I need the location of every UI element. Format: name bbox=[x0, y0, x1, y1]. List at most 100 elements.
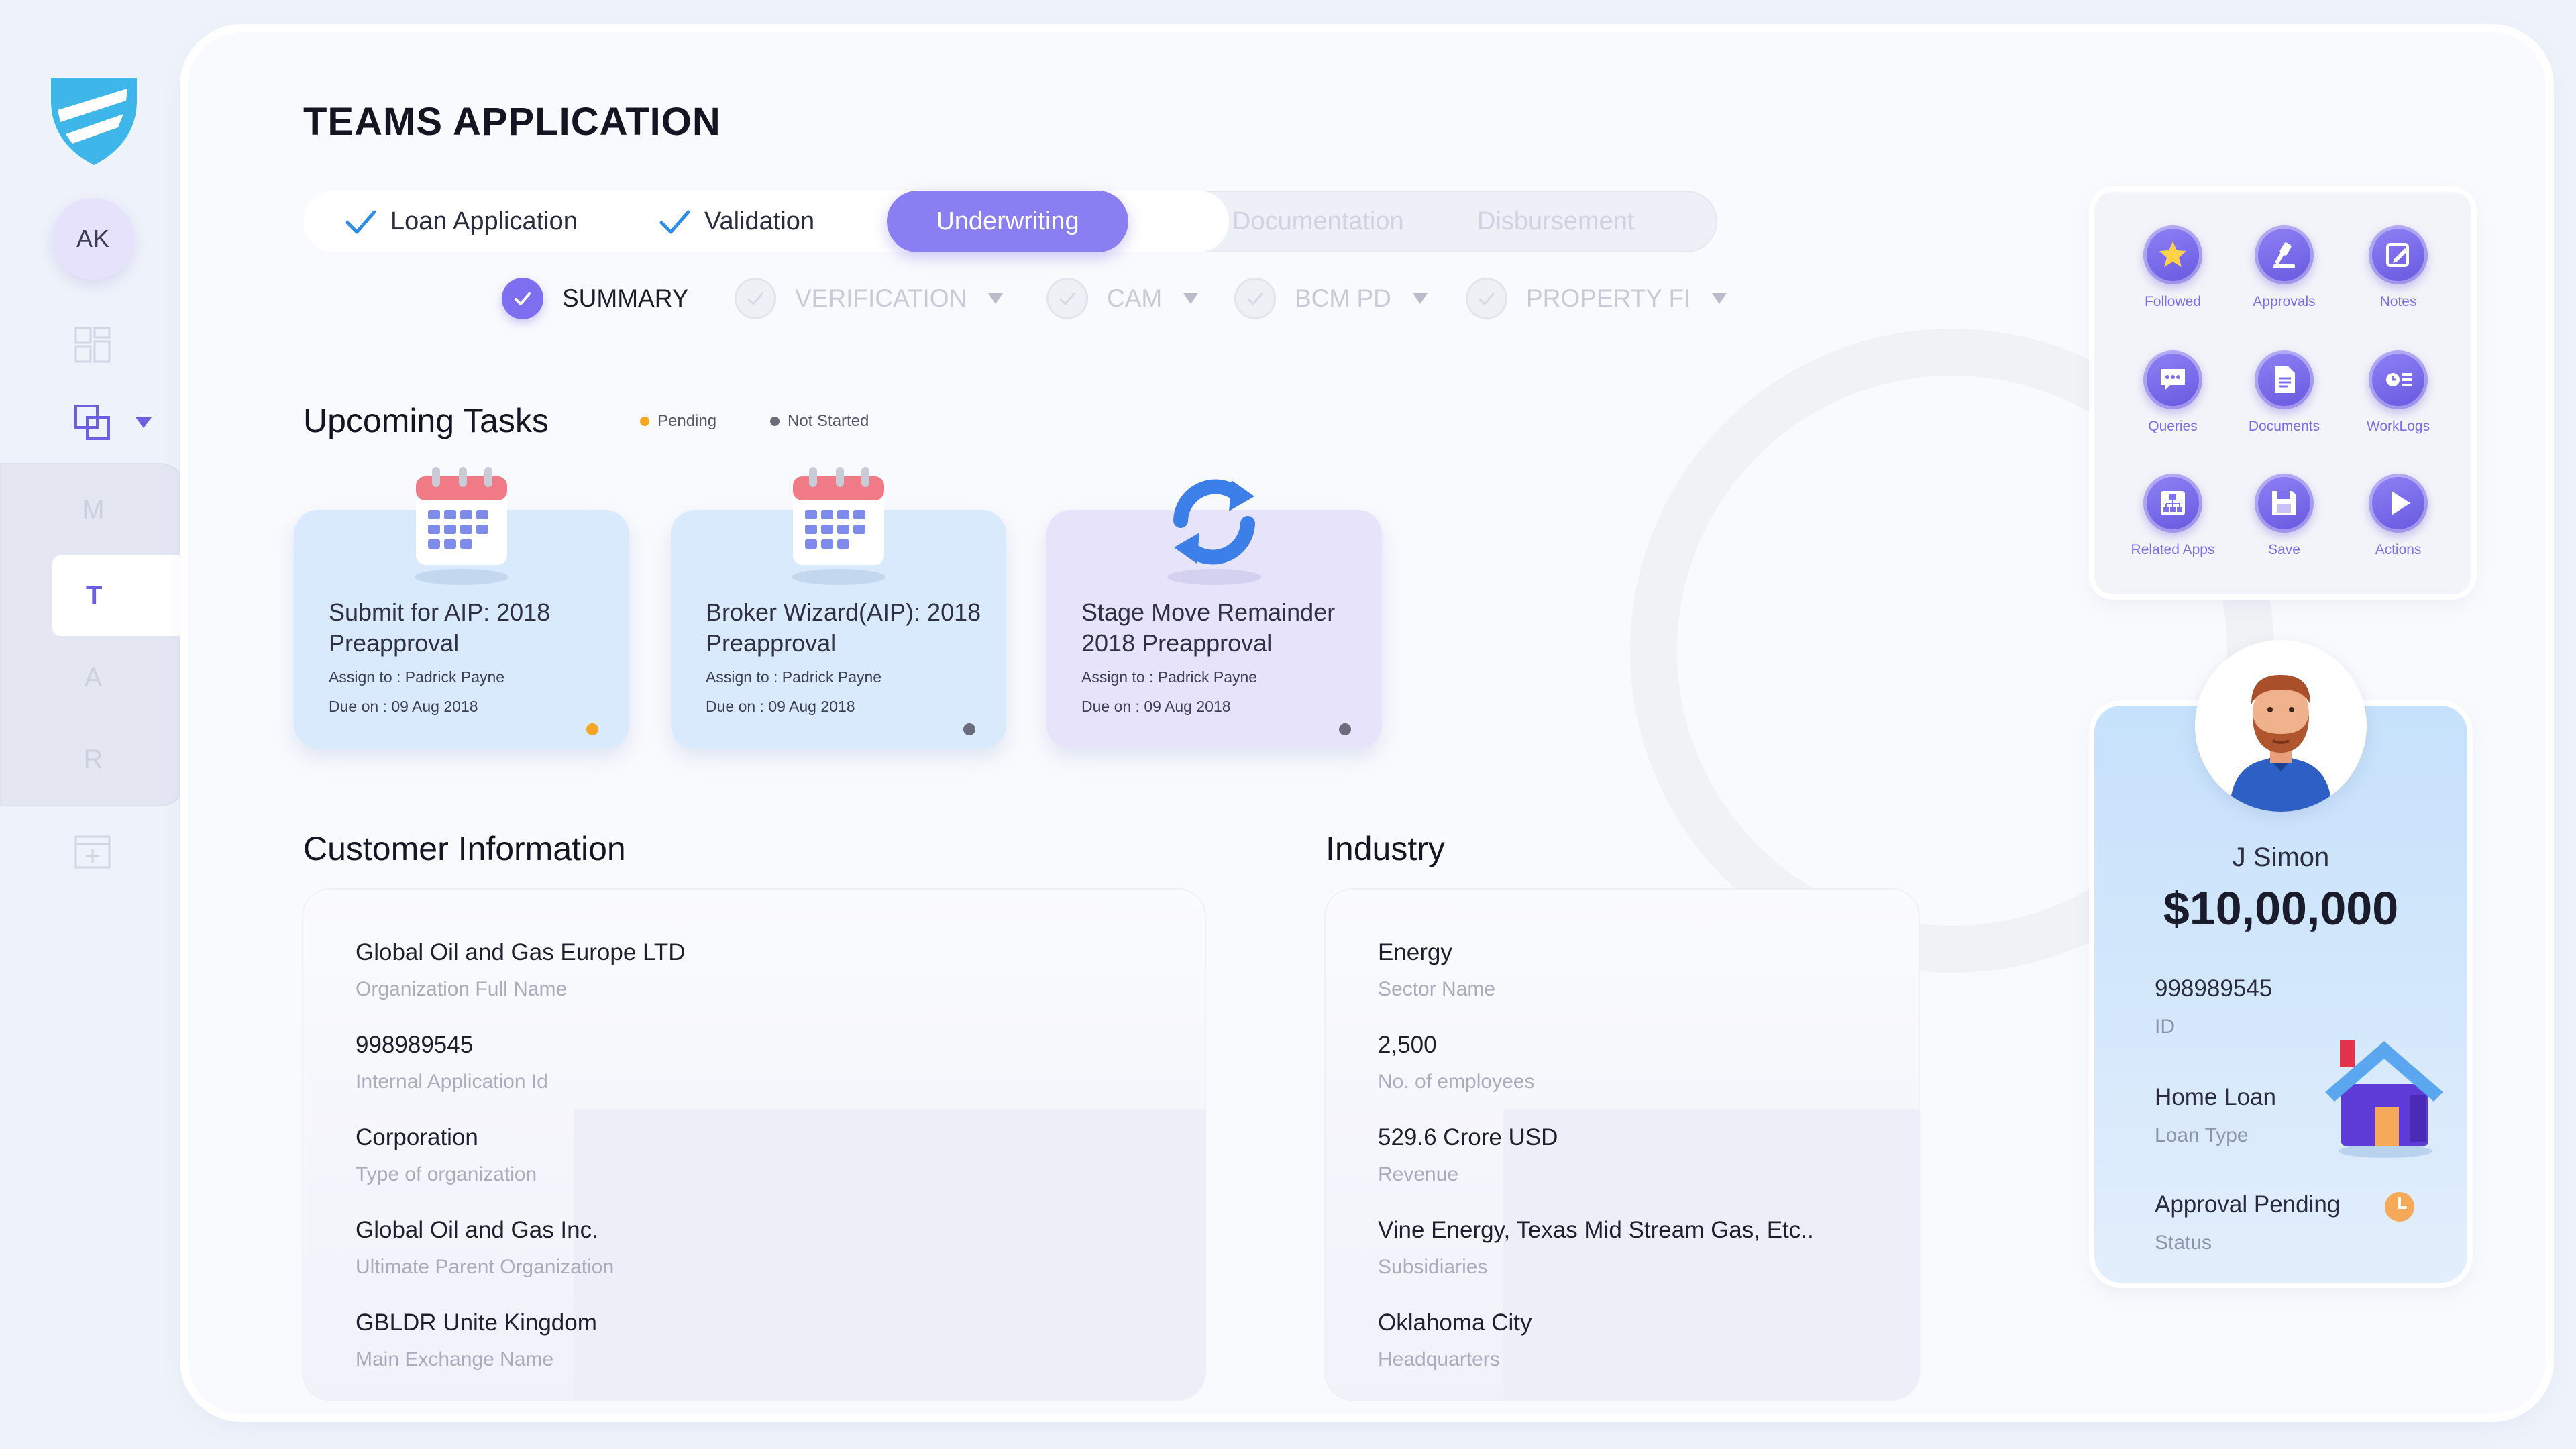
house-icon bbox=[2325, 1040, 2443, 1158]
user-avatar[interactable]: AK bbox=[52, 198, 134, 280]
field-exchange-name: GBLDR Unite Kingdom Main Exchange Name bbox=[356, 1309, 597, 1371]
field-value: 2,500 bbox=[1378, 1032, 1437, 1058]
approvals-button[interactable]: Approvals bbox=[2234, 225, 2334, 310]
task-card[interactable]: Stage Move Remainder 2018 Preapproval As… bbox=[1046, 479, 1382, 749]
task-due-date: Due on : 09 Aug 2018 bbox=[706, 698, 855, 715]
step-disbursement[interactable]: Disbursement bbox=[1477, 191, 1634, 252]
field-employees: 2,500 No. of employees bbox=[1378, 1032, 1534, 1093]
task-status-dot bbox=[963, 723, 975, 735]
followed-button[interactable]: Followed bbox=[2123, 225, 2223, 310]
check-icon bbox=[345, 210, 376, 234]
field-value: Energy bbox=[1378, 939, 1452, 965]
dashboard-icon[interactable] bbox=[74, 326, 111, 364]
step-documentation[interactable]: Documentation bbox=[1232, 191, 1404, 252]
task-name: Submit for AIP: 2018 Preapproval bbox=[329, 598, 551, 657]
filter-tab-t[interactable]: T bbox=[52, 555, 186, 636]
action-label: Approvals bbox=[2253, 294, 2316, 309]
check-circle-icon bbox=[1466, 278, 1507, 319]
dropdown-caret-icon[interactable] bbox=[1711, 291, 1728, 306]
page-title: TEAMS APPLICATION bbox=[303, 100, 721, 144]
substep-bcm-pd[interactable]: BCM PD bbox=[1234, 276, 1429, 321]
step-loan-application[interactable]: Loan Application bbox=[343, 191, 578, 252]
substep-verification[interactable]: VERIFICATION bbox=[735, 276, 1004, 321]
user-initials: AK bbox=[76, 225, 111, 252]
dropdown-caret-icon[interactable] bbox=[1182, 291, 1199, 306]
status-dot bbox=[640, 417, 649, 426]
task-assignee: Assign to : Padrick Payne bbox=[329, 668, 505, 686]
industry-title: Industry bbox=[1326, 830, 1445, 867]
substep-label: SUMMARY bbox=[562, 284, 689, 312]
step-underwriting[interactable]: Underwriting bbox=[887, 191, 1128, 252]
dropdown-caret-icon[interactable] bbox=[987, 291, 1004, 306]
check-circle-icon bbox=[1234, 278, 1276, 319]
related-apps-button[interactable]: Related Apps bbox=[2123, 474, 2223, 558]
document-icon bbox=[2275, 366, 2295, 393]
star-icon bbox=[2159, 241, 2186, 267]
chat-icon bbox=[2161, 369, 2185, 390]
worklogs-button[interactable]: WorkLogs bbox=[2348, 350, 2449, 435]
task-due-date: Due on : 09 Aug 2018 bbox=[329, 698, 478, 715]
field-value: Oklahoma City bbox=[1378, 1309, 1532, 1336]
expand-caret-icon[interactable] bbox=[134, 415, 153, 431]
field-label: Revenue bbox=[1378, 1163, 1459, 1185]
field-application-id: 998989545 Internal Application Id bbox=[356, 1032, 548, 1093]
filter-tab-a[interactable]: A bbox=[0, 637, 186, 718]
task-name: Stage Move Remainder 2018 Preapproval bbox=[1081, 598, 1336, 657]
field-sector-name: Energy Sector Name bbox=[1378, 939, 1495, 1001]
industry-card: Energy Sector Name 2,500 No. of employee… bbox=[1326, 890, 1919, 1399]
field-label: Ultimate Parent Organization bbox=[356, 1256, 614, 1278]
task-status-dot bbox=[586, 723, 598, 735]
loan-type-field: Home Loan Loan Type bbox=[2155, 1084, 2276, 1147]
action-label: Actions bbox=[2375, 542, 2422, 557]
legend-not-started: Not Started bbox=[770, 412, 869, 431]
calendar-icon bbox=[792, 467, 885, 585]
queries-button[interactable]: Queries bbox=[2123, 350, 2223, 435]
check-circle-icon bbox=[735, 278, 776, 319]
filter-tab-m[interactable]: M bbox=[0, 470, 186, 550]
field-value: 529.6 Crore USD bbox=[1378, 1124, 1558, 1150]
refresh-icon bbox=[1167, 479, 1261, 585]
task-card[interactable]: Submit for AIP: 2018 Preapproval Assign … bbox=[294, 467, 629, 749]
step-validation[interactable]: Validation bbox=[657, 191, 814, 252]
task-card[interactable]: Broker Wizard(AIP): 2018 Preapproval Ass… bbox=[671, 467, 1006, 749]
applicant-profile-card: J Simon $10,00,000 998989545 ID Home Loa… bbox=[2094, 640, 2467, 1283]
substep-summary[interactable]: SUMMARY bbox=[502, 276, 688, 321]
applications-icon[interactable] bbox=[74, 404, 111, 441]
sidebar: AK M T A R bbox=[0, 0, 188, 1449]
dropdown-caret-icon[interactable] bbox=[1411, 291, 1429, 306]
applicant-name: J Simon bbox=[2232, 843, 2330, 872]
add-table-icon[interactable] bbox=[74, 835, 111, 872]
shield-logo-icon[interactable] bbox=[48, 74, 140, 168]
step-label: Validation bbox=[704, 207, 815, 235]
substep-label: BCM PD bbox=[1295, 284, 1391, 312]
substep-property-fi[interactable]: PROPERTY FI bbox=[1466, 276, 1728, 321]
action-label: WorkLogs bbox=[2366, 419, 2430, 434]
field-label: No. of employees bbox=[1378, 1071, 1535, 1093]
hierarchy-icon bbox=[2161, 491, 2185, 515]
play-icon bbox=[2392, 491, 2410, 515]
save-button[interactable]: Save bbox=[2234, 474, 2334, 558]
substep-cam[interactable]: CAM bbox=[1046, 276, 1199, 321]
notes-button[interactable]: Notes bbox=[2348, 225, 2449, 310]
field-value: 998989545 bbox=[2155, 975, 2273, 1002]
field-label: Type of organization bbox=[356, 1163, 537, 1185]
upcoming-tasks-title: Upcoming Tasks bbox=[303, 402, 549, 439]
substep-label: PROPERTY FI bbox=[1526, 284, 1691, 312]
field-label: Subsidiaries bbox=[1378, 1256, 1488, 1278]
field-label: Status bbox=[2155, 1232, 2212, 1254]
worklog-icon bbox=[2386, 373, 2412, 386]
task-status-dot bbox=[1339, 723, 1351, 735]
customer-info-title: Customer Information bbox=[303, 830, 626, 867]
calendar-icon bbox=[415, 467, 508, 585]
filter-tab-r[interactable]: R bbox=[0, 719, 186, 800]
step-label: Documentation bbox=[1232, 207, 1404, 235]
edit-note-icon bbox=[2386, 243, 2409, 267]
applicant-avatar bbox=[2195, 640, 2367, 812]
documents-button[interactable]: Documents bbox=[2234, 350, 2334, 435]
step-label: Disbursement bbox=[1477, 207, 1635, 235]
field-value: Home Loan bbox=[2155, 1084, 2276, 1110]
field-label: Loan Type bbox=[2155, 1124, 2249, 1146]
actions-button[interactable]: Actions bbox=[2348, 474, 2449, 558]
field-label: Headquarters bbox=[1378, 1348, 1500, 1371]
legend-label: Pending bbox=[657, 412, 717, 430]
